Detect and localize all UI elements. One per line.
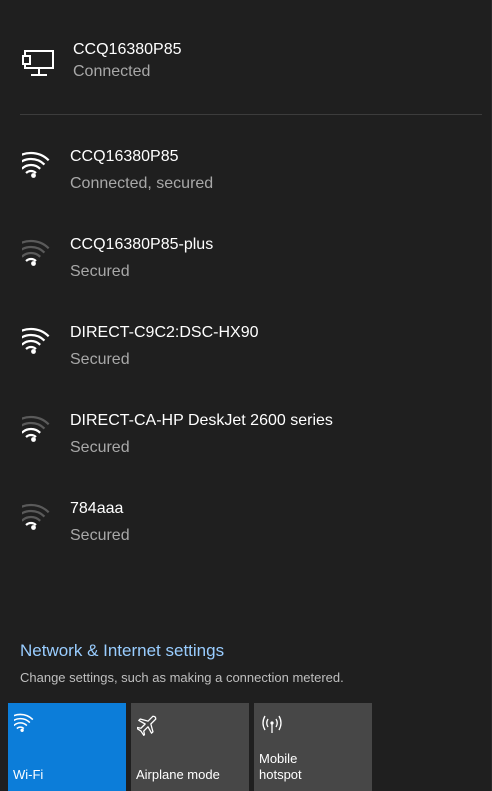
settings-description: Change settings, such as making a connec…: [20, 670, 344, 685]
ethernet-connection[interactable]: CCQ16380P85 Connected: [0, 14, 492, 94]
network-internet-settings-link[interactable]: Network & Internet settings: [20, 640, 224, 662]
network-name: DIRECT-CA-HP DeskJet 2600 series: [70, 412, 333, 429]
network-status: Connected, secured: [70, 175, 214, 192]
wifi-network-item[interactable]: 784aaa Secured: [0, 482, 492, 570]
wifi-signal-weak-icon: [22, 503, 50, 530]
mobile-hotspot-tile[interactable]: Mobile hotspot: [254, 703, 372, 791]
ethernet-status: Connected: [73, 63, 151, 80]
wifi-signal-full-icon: [22, 151, 50, 178]
network-status: Secured: [70, 527, 130, 544]
wifi-network-item[interactable]: DIRECT-C9C2:DSC-HX90 Secured: [0, 306, 492, 394]
wifi-signal-full-icon: [22, 327, 50, 354]
network-status: Secured: [70, 439, 130, 456]
network-name: DIRECT-C9C2:DSC-HX90: [70, 324, 259, 341]
airplane-mode-tile[interactable]: Airplane mode: [131, 703, 249, 791]
mobile-hotspot-tile-label: Mobile hotspot: [259, 751, 302, 782]
divider: [20, 114, 482, 115]
network-name: CCQ16380P85: [70, 148, 179, 165]
quick-action-tiles: Wi-Fi Airplane mode Mobile hotspot: [8, 703, 492, 791]
ethernet-name: CCQ16380P85: [73, 41, 182, 58]
wifi-icon: [14, 713, 34, 732]
wifi-network-item[interactable]: CCQ16380P85-plus Secured: [0, 218, 492, 306]
hotspot-icon: [262, 715, 282, 733]
network-name: 784aaa: [70, 500, 124, 517]
ethernet-monitor-icon: [22, 50, 54, 76]
airplane-mode-tile-label: Airplane mode: [136, 767, 220, 782]
network-status: Secured: [70, 263, 130, 280]
wifi-tile-label: Wi-Fi: [13, 767, 44, 782]
network-status: Secured: [70, 351, 130, 368]
airplane-icon: [137, 715, 157, 736]
network-name: CCQ16380P85-plus: [70, 236, 214, 253]
wifi-network-list: CCQ16380P85 Connected, secured CCQ16380P…: [0, 130, 492, 570]
wifi-signal-medium-icon: [22, 415, 50, 442]
wifi-network-item[interactable]: DIRECT-CA-HP DeskJet 2600 series Secured: [0, 394, 492, 482]
wifi-network-item[interactable]: CCQ16380P85 Connected, secured: [0, 130, 492, 218]
network-flyout: CCQ16380P85 Connected CCQ16380P85 Connec…: [0, 0, 492, 791]
wifi-tile[interactable]: Wi-Fi: [8, 703, 126, 791]
wifi-signal-weak-icon: [22, 239, 50, 266]
